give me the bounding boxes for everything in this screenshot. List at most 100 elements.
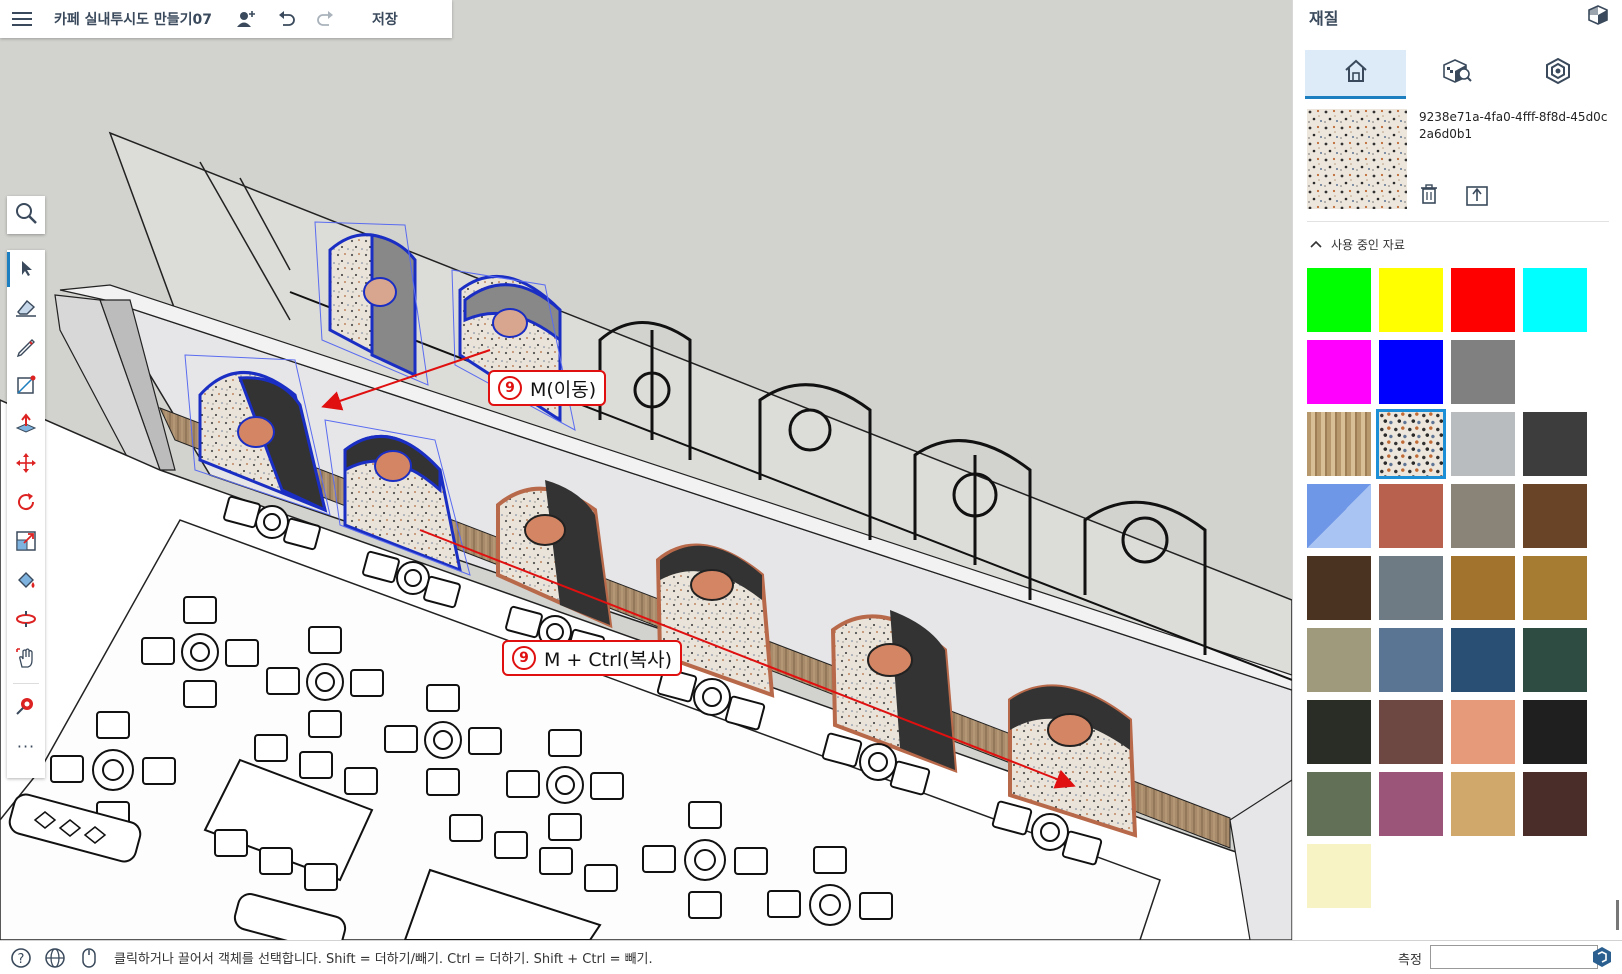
material-swatch[interactable]	[1523, 268, 1587, 332]
push-pull-icon	[14, 412, 38, 439]
redo-icon[interactable]	[306, 0, 346, 38]
material-swatch[interactable]	[1451, 700, 1515, 764]
material-swatch[interactable]	[1307, 844, 1371, 908]
material-swatch[interactable]	[1451, 268, 1515, 332]
material-swatch[interactable]	[1523, 772, 1587, 836]
home-icon	[1342, 58, 1370, 88]
measure-label: 측정	[1398, 953, 1422, 968]
document-title[interactable]: 카페 실내투시도 만들기07	[54, 9, 212, 29]
material-swatch[interactable]	[1376, 409, 1446, 479]
sketchup-logo-icon	[1590, 945, 1614, 973]
material-swatch[interactable]	[1379, 340, 1443, 404]
panel-tabs	[1305, 50, 1609, 99]
material-swatch[interactable]	[1523, 700, 1587, 764]
material-swatch[interactable]	[1307, 412, 1371, 476]
eraser-tool[interactable]	[7, 289, 45, 328]
paint-bucket-tool[interactable]	[7, 562, 45, 601]
material-swatch[interactable]	[1379, 772, 1443, 836]
status-bar: ? 클릭하거나 끌어서 객체를 선택합니다. Shift = 더하기/빼기. C…	[0, 940, 1622, 974]
material-info: 9238e71a-4fa0-4fff-8f8d-45d0c2a6d0b1	[1419, 109, 1609, 215]
tab-browse-materials[interactable]	[1406, 50, 1507, 96]
material-swatch[interactable]	[1307, 556, 1371, 620]
tab-create-material[interactable]	[1508, 50, 1609, 96]
tool-strip: ···	[7, 250, 45, 778]
rotate-tool[interactable]	[7, 484, 45, 523]
in-use-section-header[interactable]: 사용 중인 자료	[1309, 236, 1622, 253]
move-tool[interactable]	[7, 445, 45, 484]
hamburger-menu-icon[interactable]	[0, 0, 44, 38]
3d-viewport[interactable]: 9 M(이동) 9 M + Ctrl(복사)	[0, 0, 1292, 940]
eraser-icon	[14, 296, 38, 322]
material-swatch[interactable]	[1307, 628, 1371, 692]
top-toolbar: 카페 실내투시도 만들기07 저장	[0, 0, 452, 38]
annotation-move-number: 9	[498, 376, 522, 400]
pencil-icon	[15, 335, 37, 361]
status-hint: 클릭하거나 끌어서 객체를 선택합니다. Shift = 더하기/빼기. Ctr…	[114, 952, 653, 967]
material-swatch[interactable]	[1379, 556, 1443, 620]
undo-icon[interactable]	[266, 0, 306, 38]
material-swatch[interactable]	[1451, 484, 1515, 548]
pan-tool[interactable]	[7, 640, 45, 679]
move-icon	[14, 451, 38, 479]
material-cube-icon	[1442, 57, 1472, 89]
material-swatch[interactable]	[1307, 268, 1371, 332]
material-swatch[interactable]	[1451, 340, 1515, 404]
orbit-icon	[14, 607, 38, 635]
material-swatch[interactable]	[1523, 412, 1587, 476]
tool-separator	[13, 683, 39, 684]
add-user-icon[interactable]	[226, 0, 266, 38]
selected-material-swatch	[1307, 109, 1407, 209]
material-swatch[interactable]	[1307, 772, 1371, 836]
material-actions	[1419, 183, 1489, 211]
material-swatch[interactable]	[1451, 772, 1515, 836]
search-tool-button[interactable]	[7, 196, 45, 234]
rectangle-icon	[15, 374, 37, 400]
orbit-tool[interactable]	[7, 601, 45, 640]
push-pull-tool[interactable]	[7, 406, 45, 445]
svg-text:?: ?	[18, 952, 25, 967]
pencil-tool[interactable]	[7, 328, 45, 367]
material-swatch[interactable]	[1523, 556, 1587, 620]
material-swatch[interactable]	[1451, 556, 1515, 620]
viewport-scene[interactable]	[0, 0, 1292, 940]
material-swatch[interactable]	[1379, 268, 1443, 332]
material-swatch[interactable]	[1307, 340, 1371, 404]
material-swatch[interactable]	[1307, 700, 1371, 764]
material-swatch[interactable]	[1379, 628, 1443, 692]
material-swatch[interactable]	[1523, 340, 1587, 404]
measure-input[interactable]	[1430, 945, 1598, 969]
material-swatch[interactable]	[1451, 628, 1515, 692]
tab-in-model[interactable]	[1305, 50, 1407, 99]
material-swatch[interactable]	[1379, 700, 1443, 764]
material-swatch[interactable]	[1523, 484, 1587, 548]
globe-icon[interactable]	[42, 945, 68, 971]
hexagon-material-icon	[1544, 57, 1572, 89]
scale-tool[interactable]	[7, 523, 45, 562]
material-swatch[interactable]	[1523, 628, 1587, 692]
materials-panel: 재질 9238e71a-4fa0-4fff-8f8d-45d0c2a6d0b1	[1292, 0, 1622, 940]
material-swatch[interactable]	[1307, 484, 1371, 548]
select-arrow-icon	[17, 259, 35, 281]
save-button[interactable]: 저장	[372, 9, 398, 29]
help-icon[interactable]: ?	[8, 945, 34, 971]
panel-header: 재질	[1293, 0, 1622, 34]
material-swatch[interactable]	[1379, 484, 1443, 548]
more-tools-button[interactable]: ···	[7, 727, 45, 766]
materials-cube-icon[interactable]	[1587, 4, 1609, 30]
scale-icon	[14, 529, 38, 557]
annotation-copy-text: M + Ctrl(복사)	[544, 648, 672, 671]
delete-icon[interactable]	[1419, 183, 1439, 211]
section-tool[interactable]	[7, 688, 45, 727]
in-use-label: 사용 중인 자료	[1331, 238, 1405, 252]
rectangle-tool[interactable]	[7, 367, 45, 406]
material-name: 9238e71a-4fa0-4fff-8f8d-45d0c2a6d0b1	[1419, 110, 1608, 141]
pan-icon	[14, 646, 38, 674]
annotation-copy-number: 9	[512, 646, 536, 670]
select-tool[interactable]	[7, 250, 45, 289]
section-icon	[14, 694, 38, 722]
mouse-icon[interactable]	[76, 945, 102, 971]
export-icon[interactable]	[1465, 183, 1489, 211]
paint-bucket-icon	[14, 568, 38, 596]
panel-scrollbar[interactable]	[1616, 900, 1619, 930]
material-swatch[interactable]	[1451, 412, 1515, 476]
